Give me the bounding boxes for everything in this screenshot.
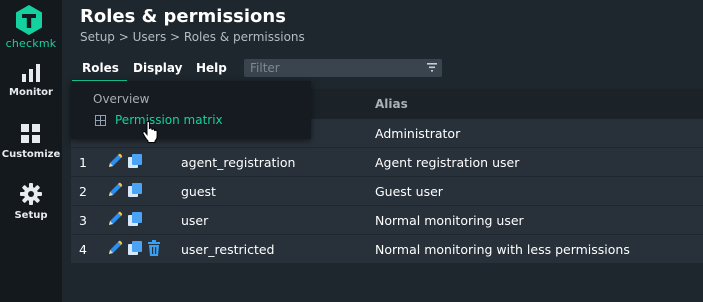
breadcrumb[interactable]: Setup > Users > Roles & permissions <box>80 30 305 44</box>
dropdown-section-label: Overview <box>93 92 150 106</box>
menu-tab-roles[interactable]: Roles <box>72 61 127 82</box>
row-number: 4 <box>79 242 87 257</box>
grid-icon <box>21 124 40 143</box>
nav-item-label: Setup <box>14 210 48 221</box>
edit-icon[interactable] <box>107 182 123 198</box>
role-alias: Administrator <box>375 126 461 141</box>
role-name[interactable]: user_restricted <box>181 242 275 257</box>
clone-icon[interactable] <box>127 182 143 198</box>
edit-icon[interactable] <box>107 153 123 169</box>
nav-item-setup[interactable]: Setup <box>0 183 62 221</box>
gear-icon <box>20 183 42 205</box>
role-name[interactable]: agent_registration <box>181 155 295 170</box>
table-row: 1 agent_registration Agent registration … <box>71 148 703 177</box>
clone-icon[interactable] <box>127 153 143 169</box>
column-header-alias: Alias <box>375 97 408 111</box>
permission-matrix-label: Permission matrix <box>115 113 223 127</box>
hand-cursor-icon <box>142 121 158 143</box>
logo-text: checkmk <box>5 37 57 50</box>
row-number: 2 <box>79 184 87 199</box>
table-row: 3 user Normal monitoring user <box>71 206 703 235</box>
bar-chart-icon <box>22 64 40 82</box>
row-number: 1 <box>79 155 87 170</box>
left-navigation: checkmk Monitor Customize Setup <box>0 0 62 302</box>
page-title: Roles & permissions <box>80 6 286 27</box>
role-name[interactable]: guest <box>181 184 216 199</box>
matrix-icon <box>95 115 106 126</box>
roles-dropdown-menu: Overview Permission matrix <box>71 81 311 139</box>
edit-icon[interactable] <box>107 211 123 227</box>
row-number: 3 <box>79 213 87 228</box>
clone-icon[interactable] <box>127 211 143 227</box>
nav-item-monitor[interactable]: Monitor <box>0 64 62 98</box>
delete-icon[interactable] <box>147 240 161 256</box>
checkmk-logo-icon[interactable] <box>13 4 45 36</box>
clone-icon[interactable] <box>127 240 143 256</box>
filter-icon[interactable] <box>427 63 437 72</box>
nav-item-label: Customize <box>1 149 61 160</box>
nav-item-customize[interactable]: Customize <box>0 124 62 160</box>
role-alias: Agent registration user <box>375 155 520 170</box>
permission-matrix-menu-item[interactable]: Permission matrix <box>93 113 253 129</box>
role-alias: Normal monitoring user <box>375 213 524 228</box>
table-row: 4 user_restricted Normal monitoring with… <box>71 235 703 264</box>
menu-tab-display[interactable]: Display <box>133 61 182 75</box>
role-name[interactable]: user <box>181 213 208 228</box>
role-alias: Normal monitoring with less permissions <box>375 242 630 257</box>
table-row: 2 guest Guest user <box>71 177 703 206</box>
nav-item-label: Monitor <box>9 87 53 98</box>
filter-input[interactable] <box>244 59 424 77</box>
filter-box <box>244 59 442 77</box>
edit-icon[interactable] <box>107 240 123 256</box>
role-alias: Guest user <box>375 184 443 199</box>
menu-tab-help[interactable]: Help <box>196 61 227 75</box>
